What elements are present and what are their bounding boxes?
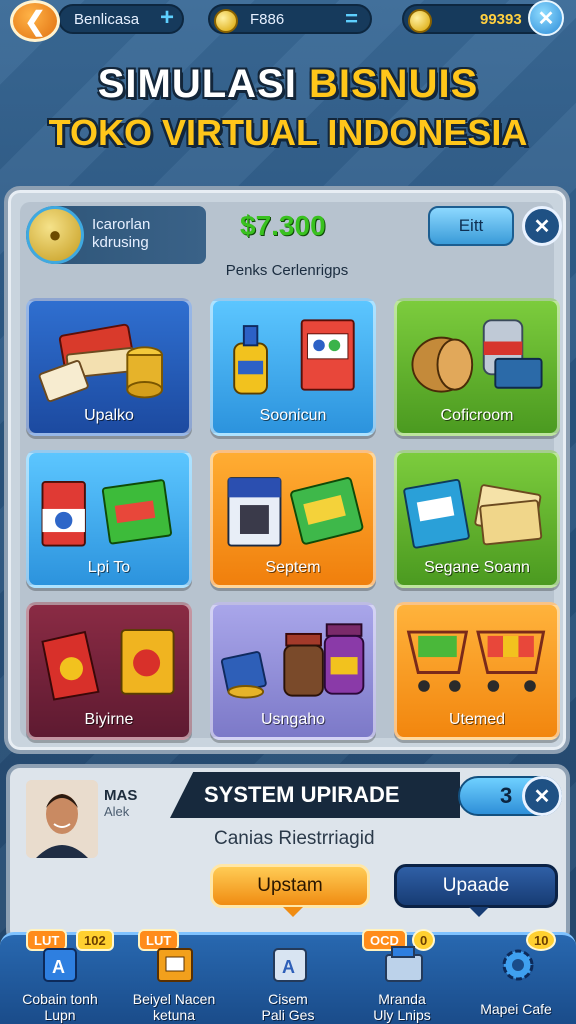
close-icon[interactable]: ✕ <box>522 776 562 816</box>
category-grid: Upalko Soonicun Coficroom Lpi To Septem … <box>26 298 560 740</box>
category-label: Coficroom <box>440 407 514 424</box>
upaade-button[interactable]: Upaade <box>394 864 558 917</box>
system-upgrade-panel: MAS Alek SYSTEM UPIRADE 3 ✕ Canias Riest… <box>6 764 570 944</box>
snack-bags-icon <box>41 629 175 701</box>
category-label: Upalko <box>84 407 134 424</box>
barrel-jar-icon <box>411 319 543 393</box>
packaged-goods-icon <box>227 477 364 547</box>
money-display: $7.300 <box>240 210 326 241</box>
nav-item-cobain[interactable]: LUT 102 A Cobain tonh Lupn <box>4 929 116 1024</box>
store-panel: ● Icarorlan kdrusing $7.300 Eitt ✕ Penks… <box>4 186 570 754</box>
gear-icon <box>502 949 534 981</box>
category-tile[interactable]: Segane Soann <box>394 450 560 588</box>
nav-item-beiyel[interactable]: LUT Beiyel Nacen ketuna <box>118 929 230 1024</box>
nav-label-line2: Pali Ges <box>261 1007 315 1023</box>
upgrade-description: Canias Riestrriagid <box>214 828 375 849</box>
category-tile[interactable]: Upalko <box>26 298 192 436</box>
category-tile[interactable]: Septem <box>210 450 376 588</box>
nav-label-line1: Cobain tonh <box>22 991 98 1007</box>
shopping-cart-icon <box>406 630 546 692</box>
coin-icon <box>408 9 432 33</box>
nav-label: Cobain tonh Lupn <box>4 991 116 1023</box>
player-name-pill[interactable]: Benlicasa + <box>58 4 184 34</box>
store-label: Icarorlan kdrusing <box>92 216 150 252</box>
level-pill[interactable]: 3 ✕ <box>458 776 562 816</box>
close-icon: ✕ <box>533 215 551 238</box>
nav-item-mapei-cafe[interactable]: 10 Mapei Cafe <box>460 929 572 1024</box>
store-label-line1: Icarorlan <box>92 216 151 233</box>
close-icon: ✕ <box>537 7 555 30</box>
nav-label-line1: Mranda <box>378 991 426 1007</box>
avatar-name-main: MAS <box>104 787 138 804</box>
crate-icon <box>157 948 193 982</box>
snacks-coins-icon <box>38 323 163 403</box>
bottom-nav: LUT 102 A Cobain tonh Lupn LUT Beiyel Na… <box>0 929 576 1024</box>
nav-label-line2: Lupn <box>44 1007 76 1023</box>
box-letter-icon: A <box>273 948 307 982</box>
cereal-snacks-icon <box>403 478 543 549</box>
avatar-name: MAS Alek <box>104 788 137 820</box>
juice-box-icon <box>41 479 172 547</box>
jars-icon <box>220 623 365 699</box>
level-value: 3 <box>500 783 513 808</box>
category-label: Lpi To <box>87 559 131 576</box>
cube-letter-icon: A <box>43 948 77 982</box>
nav-label-line1: Mapei Cafe <box>480 1001 552 1017</box>
plus-icon[interactable]: + <box>160 4 174 32</box>
close-panel-button[interactable]: ✕ <box>522 206 562 246</box>
title-line-1: SIMULASI BISNUIS <box>0 62 576 107</box>
nav-label: Mranda Uly Lnips <box>346 991 458 1023</box>
category-label: Biyirne <box>84 711 134 728</box>
chevron-left-icon: ❮ <box>24 5 46 36</box>
nav-item-mranda[interactable]: OCD 0 Mranda Uly Lnips <box>346 929 458 1024</box>
condiments-icon <box>233 319 355 395</box>
category-tile[interactable]: Coficroom <box>394 298 560 436</box>
category-label: Utemed <box>448 711 506 728</box>
category-label: Segane Soann <box>424 559 530 576</box>
subheading: Penks Cerlenrigps <box>225 262 349 279</box>
store-badge: ● Icarorlan kdrusing <box>26 206 206 264</box>
category-label: Usngaho <box>260 711 326 728</box>
nav-label: Mapei Cafe <box>460 1001 572 1017</box>
avatar-name-sub: Alek <box>104 804 130 819</box>
svg-text:A: A <box>52 957 65 977</box>
category-tile[interactable]: Lpi To <box>26 450 192 588</box>
nav-label-line1: Cisem <box>268 991 308 1007</box>
edit-button[interactable]: Eitt <box>428 206 514 246</box>
coin-leaf-icon: ● <box>26 206 84 264</box>
avatar <box>26 780 98 858</box>
nav-item-cisem[interactable]: A Cisem Pali Ges <box>232 935 344 1024</box>
upstam-button[interactable]: Upstam <box>210 864 370 917</box>
title-line-2: TOKO VIRTUAL INDONESIA <box>48 112 528 153</box>
coins-value: F886 <box>250 10 285 28</box>
man-portrait-icon <box>26 780 98 858</box>
category-tile[interactable]: Soonicun <box>210 298 376 436</box>
nav-label-line2: ketuna <box>152 1007 196 1023</box>
equals-icon[interactable]: = <box>345 6 358 32</box>
back-button[interactable]: ❮ <box>10 0 60 42</box>
category-label: Septem <box>265 559 321 576</box>
coin-icon <box>214 9 238 33</box>
coins-pill[interactable]: F886 = <box>208 4 372 34</box>
top-bar: Benlicasa + ❮ F886 = 99393 ✕ <box>0 0 576 42</box>
close-button[interactable]: ✕ <box>528 0 564 36</box>
gems-value: 99393 <box>480 10 522 28</box>
nav-label: Cisem Pali Ges <box>232 991 344 1023</box>
svg-text:A: A <box>282 957 295 977</box>
nav-label: Beiyel Nacen ketuna <box>118 991 230 1023</box>
nav-label-line2: Uly Lnips <box>373 1007 431 1023</box>
system-upgrade-banner: SYSTEM UPIRADE <box>170 772 460 818</box>
nav-label-line1: Beiyel Nacen <box>132 991 216 1007</box>
category-tile[interactable]: Usngaho <box>210 602 376 740</box>
title-word-gold: BISNUIS <box>309 62 479 106</box>
title-word-white: SIMULASI <box>97 62 297 106</box>
player-name: Benlicasa <box>74 10 140 28</box>
avatar-box: MAS Alek <box>22 776 146 858</box>
category-label: Soonicun <box>259 407 327 424</box>
category-tile[interactable]: Utemed <box>394 602 560 740</box>
category-tile[interactable]: Biyirne <box>26 602 192 740</box>
register-icon <box>385 946 423 982</box>
store-label-line2: kdrusing <box>92 234 149 251</box>
